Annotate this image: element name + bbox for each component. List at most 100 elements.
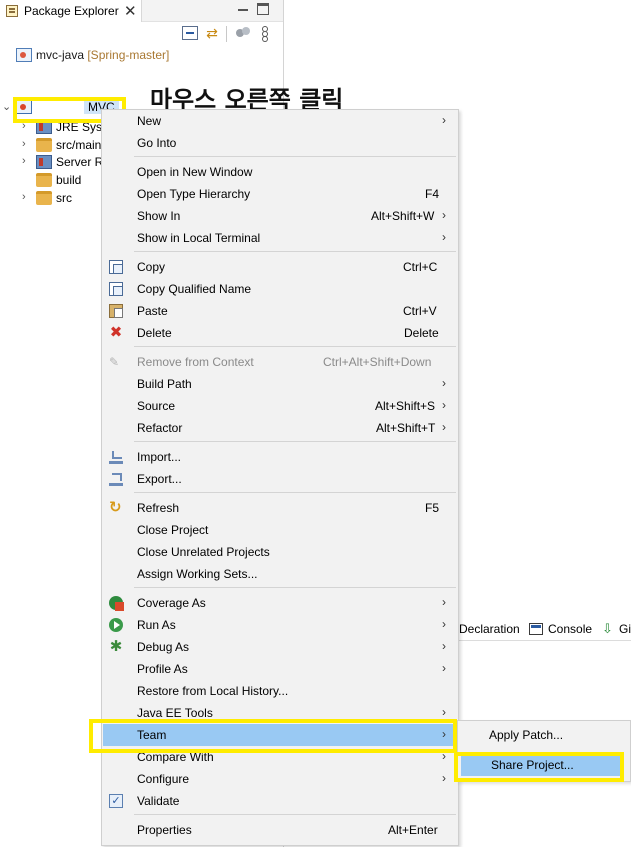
menu-item-close-project[interactable]: Close Project [103, 519, 458, 541]
submenu-arrow-icon: › [442, 639, 446, 653]
chevron-right-icon[interactable]: › [22, 191, 26, 203]
menu-item-label: Profile As [137, 662, 188, 676]
close-icon[interactable]: ✕ [124, 2, 137, 20]
menu-item-label: Close Project [137, 523, 209, 537]
submenu-arrow-icon: › [442, 376, 446, 390]
menu-item-shortcut: Alt+Shift+T [376, 421, 436, 435]
view-menu-icon[interactable] [261, 26, 268, 40]
menu-item-source[interactable]: Source Alt+Shift+S › [103, 395, 458, 417]
link-with-editor-icon[interactable]: ⇄ [204, 26, 220, 40]
validate-checkbox-icon: ✓ [109, 794, 123, 808]
menu-item-shortcut: F4 [425, 187, 440, 201]
submenu-arrow-icon: › [442, 230, 446, 244]
menu-item-export[interactable]: Export... [103, 468, 458, 490]
menu-item-apply-patch[interactable]: Apply Patch... [459, 724, 627, 746]
collapse-all-icon[interactable] [182, 26, 198, 40]
menu-item-copy-qualified-name[interactable]: Copy Qualified Name [103, 278, 458, 300]
menu-item-label: Show In [137, 209, 181, 223]
tab-console[interactable]: Console [548, 622, 592, 636]
menu-item-profile-as[interactable]: Profile As › [103, 658, 458, 680]
remove-context-icon: ✎ [109, 355, 120, 369]
copy-qualified-icon [109, 282, 123, 296]
menu-separator [134, 587, 456, 588]
run-icon [109, 618, 123, 632]
menu-item-label: Coverage As [137, 596, 206, 610]
menu-item-validate[interactable]: ✓ Validate [103, 790, 458, 812]
menu-item-label: Java EE Tools [137, 706, 213, 720]
highlight-box-team [89, 719, 457, 753]
menu-item-restore-from-local-history[interactable]: Restore from Local History... [103, 680, 458, 702]
menu-item-show-in-local-terminal[interactable]: Show in Local Terminal › [103, 227, 458, 249]
menu-item-new[interactable]: New › [103, 110, 458, 132]
project-icon [16, 48, 32, 62]
menu-separator [134, 492, 456, 493]
tree-item-label: Server R [56, 155, 104, 169]
tree-item-name: mvc-java [36, 48, 85, 62]
menu-item-build-path[interactable]: Build Path › [103, 373, 458, 395]
menu-item-label: Show in Local Terminal [137, 231, 261, 245]
menu-item-close-unrelated-projects[interactable]: Close Unrelated Projects [103, 541, 458, 563]
menu-item-shortcut: Alt+Shift+S [375, 399, 436, 413]
library-icon [36, 155, 52, 169]
submenu-arrow-icon: › [442, 661, 446, 675]
menu-item-label: Go Into [137, 136, 177, 150]
import-icon [109, 450, 123, 464]
menu-item-go-into[interactable]: Go Into [103, 132, 458, 154]
menu-item-open-type-hierarchy[interactable]: Open Type Hierarchy F4 [103, 183, 458, 205]
submenu-arrow-icon: › [442, 617, 446, 631]
menu-item-open-in-new-window[interactable]: Open in New Window [103, 161, 458, 183]
menu-item-label: Run As [137, 618, 176, 632]
chevron-right-icon[interactable]: › [22, 155, 26, 167]
menu-item-label: Apply Patch... [489, 728, 564, 742]
expanded-twisty-icon[interactable]: ⌄ [2, 100, 11, 113]
console-icon [529, 623, 543, 635]
menu-item-properties[interactable]: Properties Alt+Enter [103, 819, 458, 841]
copy-icon [109, 260, 123, 274]
menu-item-label: Copy Qualified Name [137, 282, 252, 296]
package-explorer-tab[interactable]: Package Explorer ✕ [0, 0, 142, 22]
submenu-arrow-icon: › [442, 113, 446, 127]
focus-on-active-task-icon[interactable] [236, 26, 252, 40]
minimize-icon[interactable] [237, 3, 249, 15]
menu-item-label: Export... [137, 472, 182, 486]
menu-item-label: Open Type Hierarchy [137, 187, 251, 201]
tree-item-label: src/main [56, 138, 102, 152]
menu-item-assign-working-sets[interactable]: Assign Working Sets... [103, 563, 458, 585]
tree-item-decoration: [Spring-master] [84, 48, 170, 62]
menu-item-run-as[interactable]: Run As › [103, 614, 458, 636]
menu-item-configure[interactable]: Configure › [103, 768, 458, 790]
menu-item-shortcut: Alt+Shift+W [371, 209, 435, 223]
git-icon: ⇩ [602, 621, 613, 636]
menu-separator [134, 251, 456, 252]
menu-item-paste[interactable]: Paste Ctrl+V [103, 300, 458, 322]
menu-item-coverage-as[interactable]: Coverage As › [103, 592, 458, 614]
menu-item-label: Assign Working Sets... [137, 567, 258, 581]
menu-item-import[interactable]: Import... [103, 446, 458, 468]
menu-item-label: Build Path [137, 377, 192, 391]
menu-separator [134, 814, 456, 815]
tab-git[interactable]: Gi [619, 622, 631, 636]
menu-item-refactor[interactable]: Refactor Alt+Shift+T › [103, 417, 458, 439]
chevron-right-icon[interactable]: › [22, 138, 26, 150]
coverage-icon [109, 596, 124, 611]
maximize-icon[interactable] [257, 3, 269, 15]
explorer-toolbar: ⇄ [0, 22, 283, 46]
tab-declaration[interactable]: Declaration [459, 622, 520, 636]
menu-item-delete[interactable]: ✖ Delete Delete [103, 322, 458, 344]
menu-item-label: Copy [137, 260, 166, 274]
folder-icon [36, 173, 52, 187]
package-explorer-tab-label: Package Explorer [24, 4, 119, 18]
tree-item-label: mvc-java [Spring-master] [36, 48, 169, 62]
refresh-icon: ↻ [109, 499, 122, 516]
menu-item-remove-from-context: ✎ Remove from Context Ctrl+Alt+Shift+Dow… [103, 351, 458, 373]
export-icon [109, 472, 123, 486]
menu-item-copy[interactable]: Copy Ctrl+C [103, 256, 458, 278]
menu-item-refresh[interactable]: ↻ Refresh F5 [103, 497, 458, 519]
menu-separator [134, 346, 456, 347]
highlight-box-share-project [454, 752, 624, 782]
menu-item-debug-as[interactable]: ✱ Debug As › [103, 636, 458, 658]
menu-item-show-in[interactable]: Show In Alt+Shift+W › [103, 205, 458, 227]
menu-item-label: Source [137, 399, 176, 413]
submenu-arrow-icon: › [442, 705, 446, 719]
submenu-arrow-icon: › [442, 398, 446, 412]
